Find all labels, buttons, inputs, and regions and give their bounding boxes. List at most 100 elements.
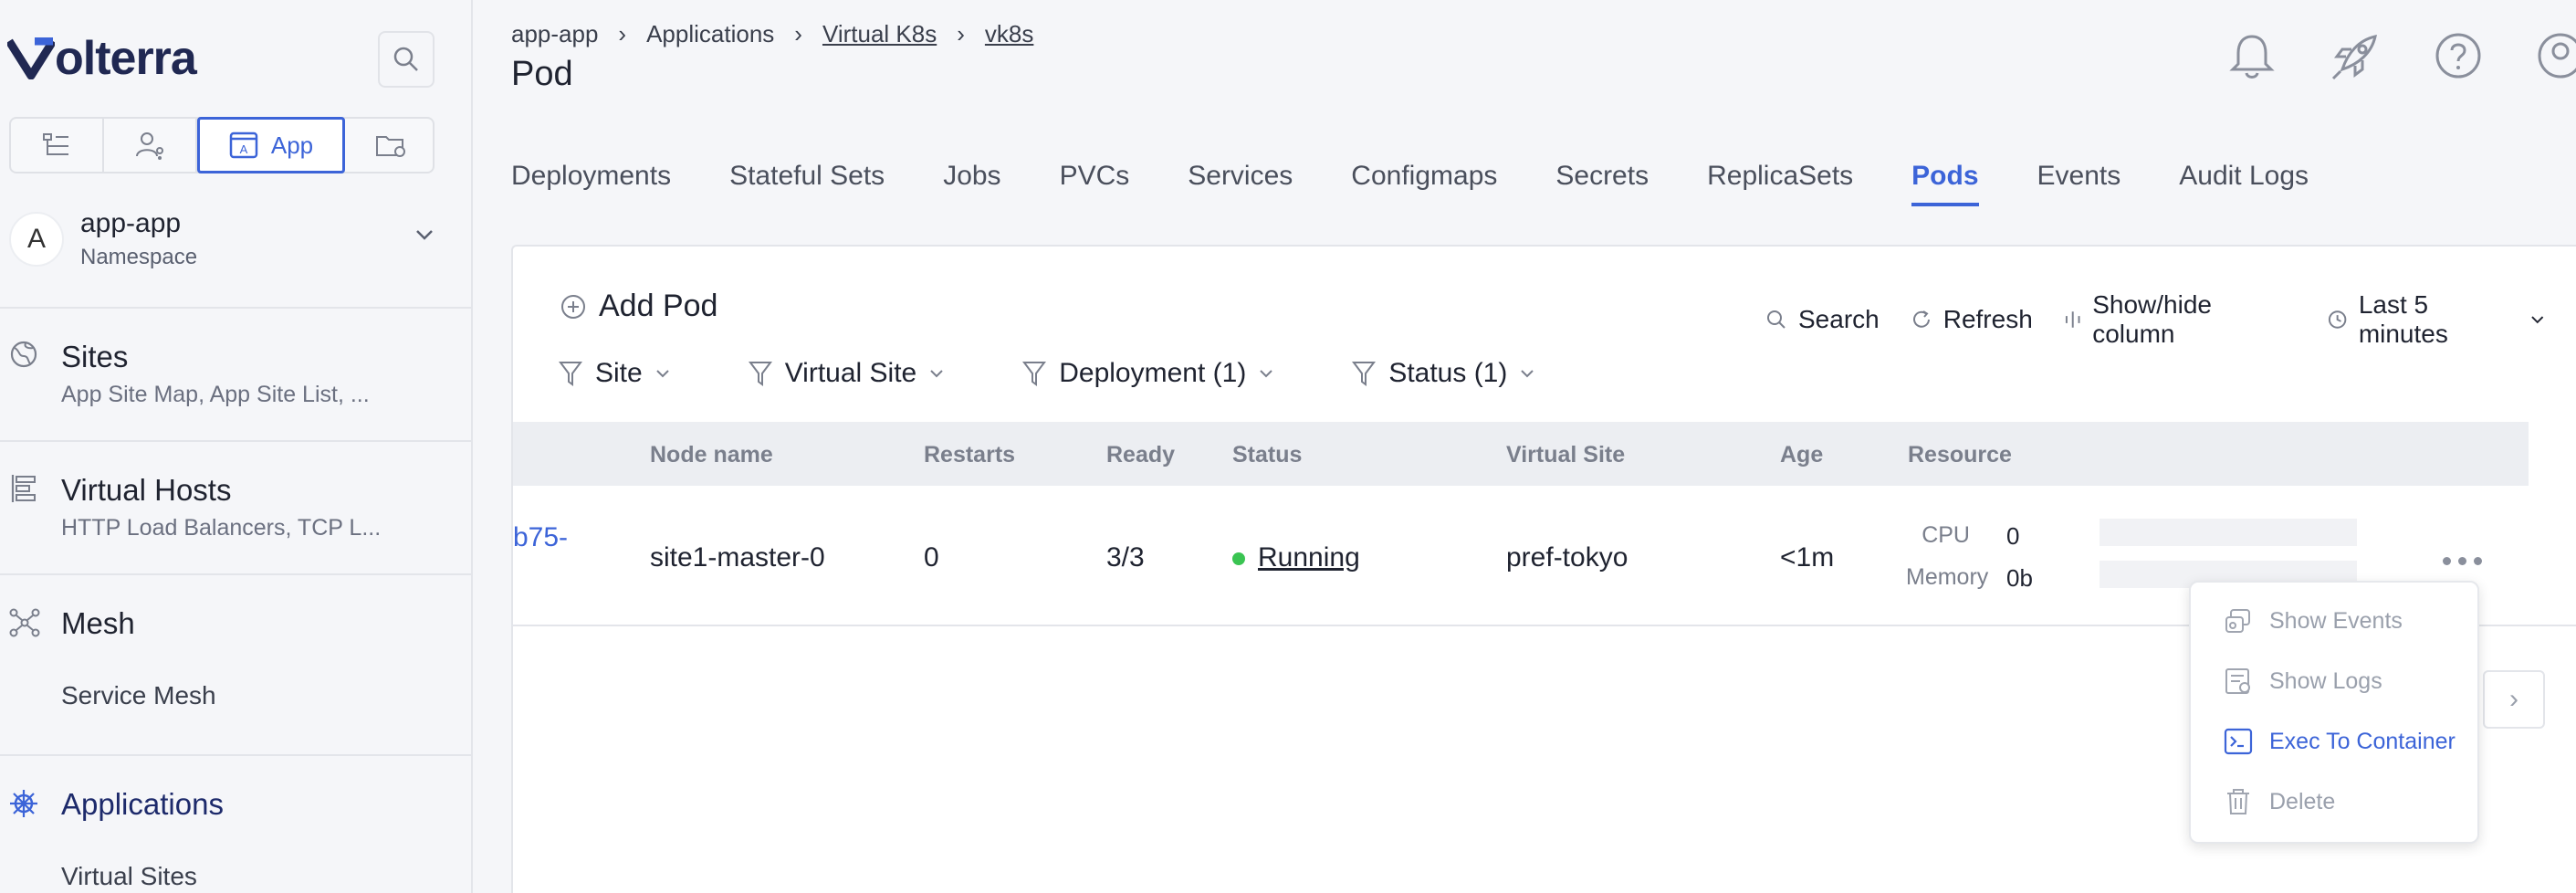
menu-show-logs[interactable]: Show Logs [2224, 667, 2382, 696]
nav-sites[interactable]: Sites App Site Map, App Site List, ... [0, 307, 473, 440]
column-age[interactable]: Age [1780, 442, 1823, 468]
menu-show-events-label: Show Events [2269, 607, 2403, 634]
add-pod-button[interactable]: Add Pod [560, 289, 717, 324]
column-node-name[interactable]: Node name [650, 442, 773, 468]
trash-icon [2227, 789, 2249, 814]
add-pod-label: Add Pod [599, 289, 718, 323]
kubernetes-wheel-icon [10, 790, 37, 817]
status-running-dot [1232, 552, 1245, 566]
tab-pvcs[interactable]: PVCs [1060, 161, 1130, 206]
filter-deployment[interactable]: Deployment (1) [1022, 358, 1273, 389]
nav-applications-title: Applications [61, 787, 224, 821]
chevron-down-icon [2531, 316, 2544, 324]
nav-service-mesh[interactable]: Service Mesh [61, 681, 216, 710]
tab-stateful-sets[interactable]: Stateful Sets [729, 161, 885, 206]
account-icon[interactable] [2536, 31, 2576, 80]
mode-folder-button[interactable] [345, 119, 438, 172]
table-header: Node name Restarts Ready Status Virtual … [513, 422, 2529, 486]
time-range-dropdown[interactable]: Last 5 minutes [2327, 290, 2545, 349]
mode-user-button[interactable] [104, 119, 197, 172]
pagination-next-button[interactable]: › [2483, 670, 2545, 729]
search-icon [393, 47, 418, 71]
show-hide-column-button[interactable]: Show/hide column [2064, 290, 2296, 349]
pod-name-link[interactable]: b75- [513, 522, 568, 553]
tab-services[interactable]: Services [1188, 161, 1293, 206]
row-actions-menu: Show Events Show Logs Exec To Container … [2189, 581, 2479, 844]
tab-deployments[interactable]: Deployments [511, 161, 671, 206]
user-share-icon [136, 132, 163, 160]
globe-icon [10, 341, 37, 368]
menu-show-events[interactable]: Show Events [2224, 606, 2403, 636]
tab-configmaps[interactable]: Configmaps [1351, 161, 1497, 206]
cpu-value: 0 [2006, 522, 2020, 550]
filter-icon [1352, 362, 1377, 386]
tab-jobs[interactable]: Jobs [943, 161, 1000, 206]
breadcrumb-vk8s[interactable]: vk8s [985, 20, 1033, 48]
cpu-usage-bar [2100, 519, 2357, 546]
tab-events[interactable]: Events [2037, 161, 2121, 206]
chevron-down-icon [930, 370, 943, 378]
logo-text: olterra [55, 32, 197, 85]
show-hide-column-label: Show/hide column [2092, 290, 2212, 348]
nav-virtual-sites[interactable]: Virtual Sites [61, 862, 197, 891]
mode-app-label: App [270, 131, 314, 159]
svg-text:A: A [240, 142, 248, 156]
breadcrumb-namespace[interactable]: app-app [511, 20, 598, 48]
help-icon[interactable] [2434, 31, 2483, 80]
filter-virtual-site[interactable]: Virtual Site [748, 358, 945, 389]
namespace-avatar: A [9, 212, 64, 267]
tab-replicasets[interactable]: ReplicaSets [1707, 161, 1853, 206]
add-circle-icon [561, 294, 585, 319]
search-button[interactable]: Search [1765, 305, 1880, 334]
cell-age: <1m [1780, 542, 1835, 573]
header-actions [2227, 31, 2576, 82]
chevron-down-icon [1260, 370, 1273, 378]
menu-delete[interactable]: Delete [2224, 787, 2335, 816]
menu-exec-to-container[interactable]: Exec To Container [2224, 727, 2456, 756]
refresh-label: Refresh [1942, 305, 2033, 333]
menu-show-logs-label: Show Logs [2269, 667, 2382, 694]
column-virtual-site[interactable]: Virtual Site [1506, 442, 1625, 468]
breadcrumb-virtual-k8s[interactable]: Virtual K8s [822, 20, 937, 48]
filter-site[interactable]: Site [559, 358, 670, 389]
filter-bar: Site Virtual Site Deployment (1) Status … [559, 358, 1613, 389]
column-restarts[interactable]: Restarts [924, 442, 1015, 468]
filter-status[interactable]: Status (1) [1352, 358, 1534, 389]
row-actions-menu-button[interactable] [2443, 557, 2482, 565]
nav-applications[interactable]: Applications Virtual Sites [0, 754, 473, 893]
workspace-switcher: A App [9, 117, 435, 173]
terminal-icon [2224, 728, 2253, 755]
cell-virtual-site: pref-tokyo [1506, 542, 1628, 573]
mode-hierarchy-button[interactable] [11, 119, 104, 172]
sidebar-search-button[interactable] [378, 31, 435, 88]
nav-mesh-title: Mesh [61, 606, 135, 640]
filter-icon [1022, 362, 1047, 386]
memory-value: 0b [2006, 564, 2033, 592]
tab-audit-logs[interactable]: Audit Logs [2179, 161, 2309, 206]
status-link[interactable]: Running [1258, 542, 1360, 573]
tab-pods[interactable]: Pods [1911, 161, 1979, 206]
cell-status: Running [1232, 542, 1360, 573]
nav-virtual-hosts-title: Virtual Hosts [61, 473, 232, 507]
tab-secrets[interactable]: Secrets [1555, 161, 1649, 206]
mode-app-button[interactable]: A App [197, 117, 345, 173]
cpu-label: CPU [1922, 522, 1970, 548]
nav-virtual-hosts-sub: HTTP Load Balancers, TCP L... [61, 515, 382, 541]
filter-status-label: Status (1) [1388, 358, 1508, 388]
cell-restarts: 0 [924, 542, 939, 573]
breadcrumb-applications[interactable]: Applications [646, 20, 774, 48]
virtual-hosts-icon [11, 475, 36, 502]
nav-virtual-hosts[interactable]: Virtual Hosts HTTP Load Balancers, TCP L… [0, 440, 473, 573]
column-resource[interactable]: Resource [1908, 442, 2012, 468]
bell-icon[interactable] [2227, 31, 2277, 82]
column-status[interactable]: Status [1232, 442, 1302, 468]
columns-icon [2065, 311, 2080, 328]
namespace-selector[interactable]: A app-app Namespace [9, 203, 447, 276]
menu-exec-to-container-label: Exec To Container [2269, 728, 2456, 754]
rocket-icon[interactable] [2330, 31, 2381, 82]
refresh-button[interactable]: Refresh [1911, 305, 2033, 334]
volterra-logo[interactable]: olterra [7, 32, 197, 85]
table-toolbar: Search Refresh Show/hide column Last 5 m… [1765, 290, 2576, 349]
column-ready[interactable]: Ready [1106, 442, 1175, 468]
nav-mesh[interactable]: Mesh Service Mesh [0, 573, 473, 754]
